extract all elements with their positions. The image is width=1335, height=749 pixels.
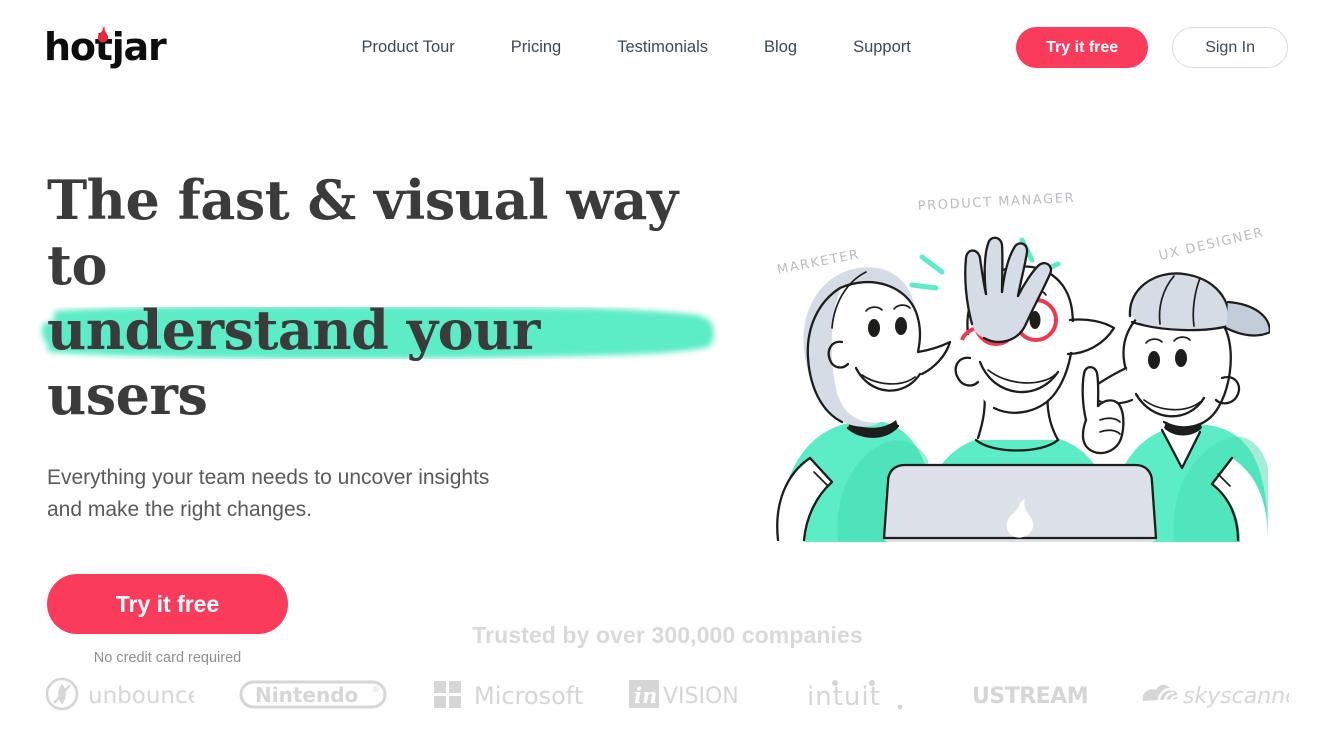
client-logo-row: unbounce Nintendo ® Microsoft in VISION … — [0, 677, 1335, 711]
svg-text:in: in — [634, 683, 657, 708]
nav-item-support[interactable]: Support — [853, 30, 911, 65]
designer-eye-left — [1148, 351, 1160, 369]
svg-text:skyscanner: skyscanner — [1183, 684, 1289, 709]
nav-item-pricing[interactable]: Pricing — [511, 30, 561, 65]
nav-item-product-tour[interactable]: Product Tour — [362, 30, 455, 65]
headline-highlight-wrap: understand your users — [41, 298, 714, 428]
sign-in-button[interactable]: Sign In — [1172, 27, 1288, 68]
logo-microsoft: Microsoft — [432, 677, 584, 711]
label-ux-designer: UX DESIGNER — [1158, 225, 1266, 264]
main-nav: Product Tour Pricing Testimonials Blog S… — [362, 30, 911, 65]
flame-icon — [96, 11, 109, 42]
hero-illustration: .ink { fill:none; stroke:#1d1d1b; stroke… — [770, 182, 1270, 542]
svg-text:®: ® — [372, 685, 380, 694]
header-actions: Try it free Sign In — [1016, 27, 1288, 68]
logo-unbounce: unbounce — [46, 677, 194, 711]
logo-skyscanner: skyscanner — [1139, 677, 1289, 711]
landing-page: hot jar Product Tour Pricing Testimonials… — [0, 0, 1335, 749]
logo-invision: in VISION — [628, 677, 760, 711]
hotjar-logo[interactable]: hot jar — [44, 24, 167, 69]
logo-ustream: USTREAM — [970, 677, 1094, 711]
marketer-eye-left — [868, 319, 880, 337]
designer-eye-right — [1175, 349, 1187, 367]
hero-copy: The fast & visual way to understand your… — [41, 168, 714, 666]
svg-text:VISION: VISION — [663, 684, 739, 709]
nav-item-testimonials[interactable]: Testimonials — [617, 30, 708, 65]
svg-text:USTREAM: USTREAM — [972, 684, 1088, 709]
headline-highlight-text: understand your users — [47, 298, 540, 427]
svg-text:Microsoft: Microsoft — [474, 682, 583, 710]
logo-nintendo: Nintendo ® — [239, 677, 387, 711]
hero-subheading: Everything your team needs to uncover in… — [47, 462, 592, 526]
svg-text:Nintendo: Nintendo — [255, 683, 358, 707]
nav-item-blog[interactable]: Blog — [764, 30, 797, 65]
trusted-by-title: Trusted by over 300,000 companies — [472, 622, 863, 648]
hero-section: The fast & visual way to understand your… — [0, 150, 1335, 666]
trusted-by-section: Trusted by over 300,000 companies unboun… — [0, 622, 1335, 711]
label-product-manager: PRODUCT MANAGER — [917, 191, 1075, 214]
subhead-line-1: Everything your team needs to uncover in… — [47, 466, 490, 489]
logo-intuit: intuit — [805, 677, 925, 711]
svg-text:intuit: intuit — [807, 682, 881, 711]
subhead-line-2: and make the right changes. — [47, 498, 313, 521]
logo-text-jar: jar — [111, 24, 167, 69]
site-header: hot jar Product Tour Pricing Testimonials… — [0, 0, 1335, 95]
marketer-eye-right — [895, 317, 907, 335]
nav-try-it-free-button[interactable]: Try it free — [1016, 27, 1149, 68]
laptop — [882, 463, 1158, 542]
headline-line-1: The fast & visual way — [47, 168, 678, 232]
headline-line-2: to understand your users — [41, 233, 714, 428]
headline-prefix: to — [47, 233, 107, 297]
page-title: The fast & visual way to understand your… — [41, 168, 714, 428]
svg-text:unbounce: unbounce — [88, 683, 194, 709]
